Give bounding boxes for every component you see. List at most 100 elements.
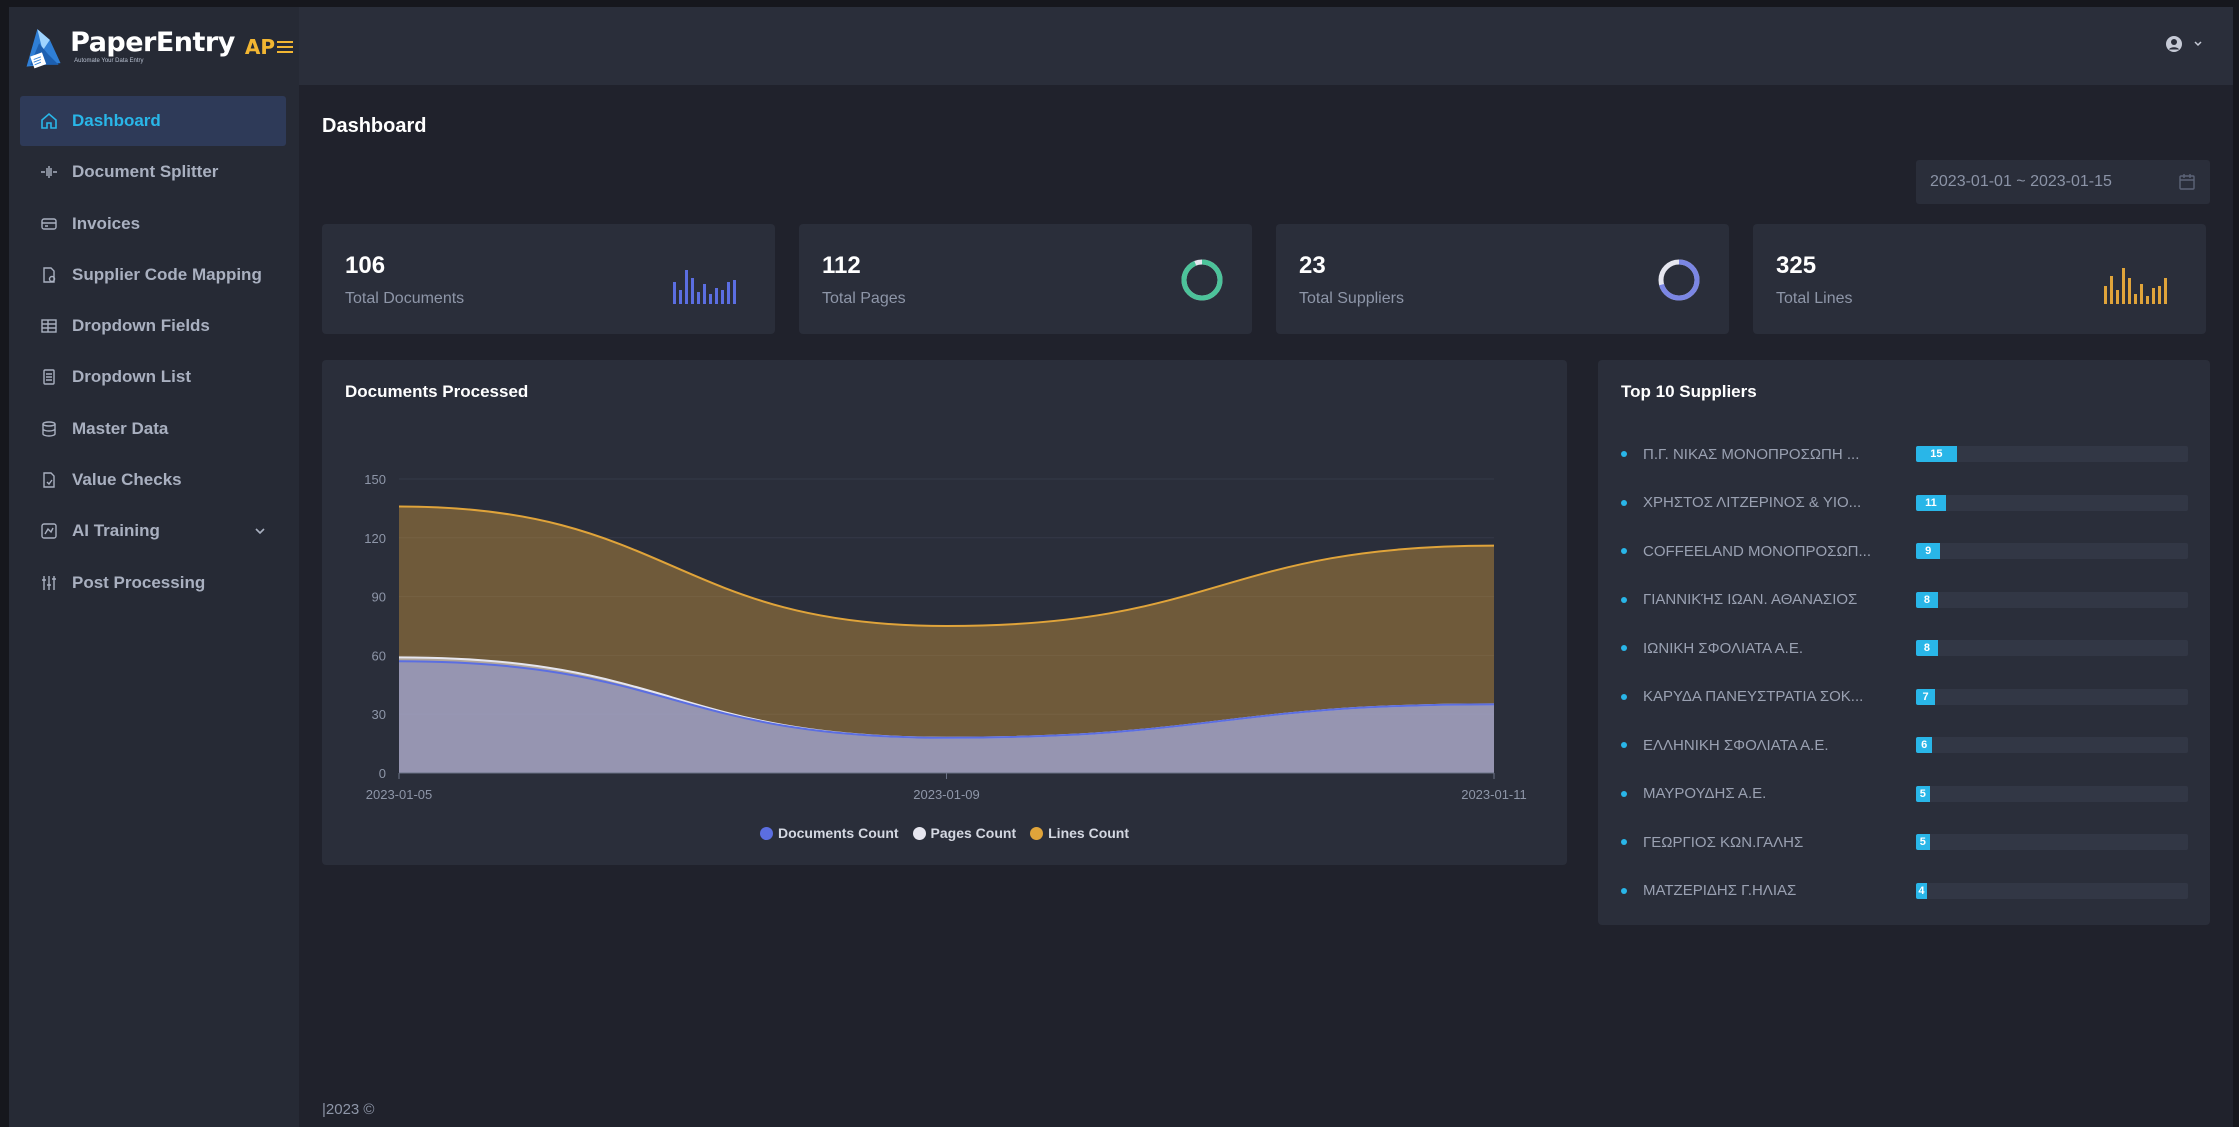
supplier-name: Π.Γ. ΝΙΚΑΣ ΜΟΝΟΠΡΟΣΩΠΗ ... [1643,445,1860,463]
documents-processed-panel: Documents Processed 0 30 60 90 120 150 2023-01… [322,360,1567,865]
splitter-icon [40,163,58,181]
menu-toggle-icon[interactable] [277,41,293,53]
supplier-row[interactable]: ΜΑΥΡΟΥΔΗΣ Α.Ε. 5 [1621,780,2188,808]
supplier-name: ΙΩΝΙΚΗ ΣΦΟΛΙΑΤΑ Α.Ε. [1643,639,1804,657]
page-title: Dashboard [322,115,427,137]
ap-badge-label: AP [244,35,275,59]
supplier-progress-fill: 5 [1916,834,1930,850]
supplier-row[interactable]: ΙΩΝΙΚΗ ΣΦΟΛΙΑΤΑ Α.Ε. 8 [1621,634,2188,662]
home-icon [40,112,58,130]
supplier-row[interactable]: ΧΡΗΣΤΟΣ ΛΙΤΖΕΡΙΝΟΣ & ΥΙΟ... 11 [1621,489,2188,517]
progress-ring [1658,259,1700,301]
stat-card-total-suppliers: 23 Total Suppliers [1276,224,1729,334]
supplier-row[interactable]: ΓΙΑΝΝΙΚΉΣ ΙΩΑΝ. ΑΘΑΝΑΣΙΟΣ 8 [1621,586,2188,614]
check-file-icon [40,471,58,489]
bullet-icon [1621,790,1627,797]
sidebar-item-dropdown-fields[interactable]: Dropdown Fields [20,301,286,351]
legend-item-pages[interactable]: Pages Count [912,825,1017,841]
stat-card-total-lines: 325 Total Lines [1753,224,2206,334]
sidebar-item-label: Dashboard [72,111,161,130]
sidebar-item-label: Master Data [72,418,169,438]
supplier-progress-bar: 4 [1916,882,2188,899]
paperentry-logo-icon [26,29,61,69]
stat-label: Total Lines [1776,290,1853,307]
top-bar [299,7,2233,85]
stat-label: Total Pages [822,290,906,307]
supplier-name: COFFEELAND ΜΟΝΟΠΡΟΣΩΠ... [1643,542,1872,560]
supplier-row[interactable]: ΚΑΡΥΔΑ ΠΑΝΕΥΣΤΡΑΤΙΑ ΣΟΚ... 7 [1621,683,2188,711]
brand-logo[interactable]: PaperEntry Automate Your Data Entry AP [23,17,293,77]
stat-value: 23 [1299,252,1326,279]
ai-icon [40,522,58,540]
supplier-row[interactable]: ΕΛΛΗΝΙΚΗ ΣΦΟΛΙΑΤΑ Α.Ε. 6 [1621,731,2188,759]
sidebar-item-ai-training[interactable]: AI Training [20,506,286,556]
user-menu-button[interactable] [2165,35,2203,53]
supplier-progress-bar: 11 [1916,494,2188,511]
sidebar-item-label: Value Checks [72,470,182,490]
sidebar-item-label: Invoices [72,213,141,233]
sidebar-nav: Dashboard Document Splitter Invoices Sup… [20,96,286,609]
database-icon [40,420,58,438]
invoice-icon [40,215,58,233]
brand-tagline: Automate Your Data Entry [74,58,144,64]
supplier-row[interactable]: Π.Γ. ΝΙΚΑΣ ΜΟΝΟΠΡΟΣΩΠΗ ... 15 [1621,440,2188,468]
supplier-progress-bar: 8 [1916,591,2188,608]
chevron-down-icon [2194,41,2202,47]
stat-card-total-pages: 112 Total Pages [799,224,1252,334]
bullet-icon [1621,499,1627,506]
legend-item-lines[interactable]: Lines Count [1030,825,1129,841]
legend-label: Lines Count [1048,825,1130,841]
sidebar-item-post-processing[interactable]: Post Processing [20,558,286,608]
supplier-progress-bar: 8 [1916,640,2188,656]
supplier-progress-bar: 9 [1916,543,2188,559]
chevron-down-icon[interactable] [254,525,266,537]
x-tick-label: 2023-01-11 [1461,787,1527,802]
sidebar-item-invoices[interactable]: Invoices [20,199,286,249]
x-tick-label: 2023-01-05 [366,787,433,802]
top-suppliers-panel: Top 10 Suppliers Π.Γ. ΝΙΚΑΣ ΜΟΝΟΠΡΟΣΩΠΗ … [1598,360,2210,925]
stat-value: 112 [822,252,861,279]
x-tick-label: 2023-01-09 [913,787,980,802]
stat-label: Total Documents [345,290,465,307]
bullet-icon [1621,839,1627,845]
supplier-row[interactable]: COFFEELAND ΜΟΝΟΠΡΟΣΩΠ... 9 [1621,537,2188,565]
brand-name: PaperEntry [70,27,235,58]
supplier-row[interactable]: ΓΕΩΡΓΙΟΣ ΚΩΝ.ΓΑΛΗΣ 5 [1621,828,2188,856]
supplier-progress-fill: 11 [1916,494,1946,511]
sidebar-item-master-data[interactable]: Master Data [20,404,286,454]
sidebar-item-value-checks[interactable]: Value Checks [20,455,286,505]
sidebar-item-document-splitter[interactable]: Document Splitter [20,147,286,197]
ap-badge[interactable]: AP [245,35,293,59]
legend-label: Pages Count [930,825,1017,841]
sidebar-item-label: Post Processing [72,572,206,592]
y-tick-label: 90 [372,590,386,605]
supplier-progress-fill: 7 [1916,688,1936,705]
main-content: Dashboard 2023-01-01 ~ 2023-01-15 106 To… [299,85,2233,1127]
bullet-icon [1621,693,1627,700]
sidebar-item-label: AI Training [72,521,160,541]
supplier-progress-fill: 8 [1916,640,1938,656]
bullet-icon [1621,645,1627,651]
sidebar-item-label: Document Splitter [72,162,219,182]
stat-value: 325 [1776,252,1817,279]
mini-bar-chart [2104,268,2167,304]
app-window: PaperEntry Automate Your Data Entry AP D… [9,7,2233,1127]
mini-bar-chart [673,270,736,304]
stat-card-total-documents: 106 Total Documents [322,224,775,334]
supplier-progress-fill: 9 [1916,543,1941,559]
supplier-name: ΜΑΤΖΕΡΙΔΗΣ Γ.ΗΛΙΑΣ [1643,882,1797,899]
sliders-icon [40,574,58,592]
bullet-icon [1621,596,1627,603]
stat-value: 106 [345,252,386,279]
date-range-value: 2023-01-01 ~ 2023-01-15 [1930,173,2112,190]
supplier-row[interactable]: ΜΑΤΖΕΡΙΔΗΣ Γ.ΗΛΙΑΣ 4 [1621,877,2188,905]
legend-item-documents[interactable]: Documents Count [759,825,899,841]
chart-legend: Documents Count Pages Count Lines Count [322,825,1567,841]
sidebar-item-dashboard[interactable]: Dashboard [20,96,286,146]
stat-label: Total Suppliers [1299,290,1404,307]
legend-dot [912,826,926,840]
sidebar-item-dropdown-list[interactable]: Dropdown List [20,352,286,402]
supplier-progress-bar: 6 [1916,737,2188,753]
date-range-picker[interactable]: 2023-01-01 ~ 2023-01-15 [1916,160,2210,204]
sidebar-item-supplier-code-mapping[interactable]: Supplier Code Mapping [20,250,286,300]
